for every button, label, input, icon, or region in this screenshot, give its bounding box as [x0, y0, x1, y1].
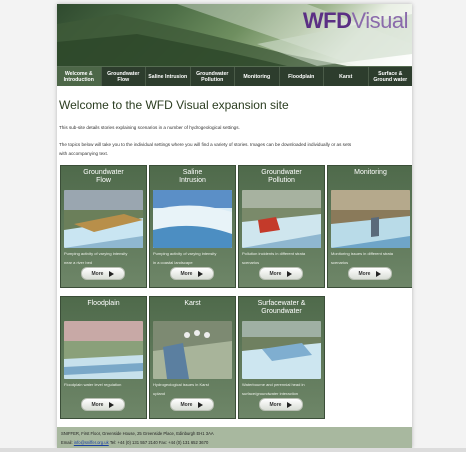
main-nav: Welcome & Introduction Groundwater Flow …	[57, 66, 412, 86]
card-description: Monitoring issues in different strata sce…	[331, 251, 393, 265]
play-arrow-icon	[198, 401, 204, 408]
more-button[interactable]: More	[81, 398, 125, 411]
card-description: Pumping activity of varying intensity nea…	[64, 251, 128, 265]
nav-item-groundwater-pollution[interactable]: Groundwater Pollution	[191, 67, 235, 86]
logo-wfd: WFD	[302, 8, 352, 33]
more-button[interactable]: More	[259, 398, 303, 411]
header-banner: WFDVisual	[57, 4, 412, 66]
card-title: Karst	[184, 300, 201, 307]
nav-item-karst[interactable]: Karst	[324, 67, 369, 86]
intro-text-2b: with accompanying text.	[59, 151, 109, 156]
intro-text-2a: The topics below will take you to the in…	[59, 142, 352, 147]
groundwater-pollution-image[interactable]	[242, 190, 321, 248]
more-button[interactable]: More	[81, 267, 125, 280]
card-monitoring[interactable]: Monitoring Monitoring issues in differen…	[327, 165, 412, 288]
wfd-visual-logo[interactable]: WFDVisual	[302, 8, 409, 34]
nav-item-groundwater-flow[interactable]: Groundwater Flow	[102, 67, 146, 86]
page-container: WFDVisual Welcome & Introduction Groundw…	[57, 4, 412, 448]
card-title: Saline Intrusion	[179, 169, 206, 184]
card-floodplain[interactable]: Floodplain Floodplain water level regula…	[60, 296, 147, 419]
card-description: Hydrogeological issues in Karst upland	[153, 382, 209, 396]
nav-item-welcome[interactable]: Welcome & Introduction	[57, 67, 102, 86]
saline-intrusion-image[interactable]	[153, 190, 232, 248]
more-button[interactable]: More	[170, 398, 214, 411]
more-button[interactable]: More	[259, 267, 303, 280]
play-arrow-icon	[109, 401, 115, 408]
nav-item-surface-ground-water[interactable]: Surface & Ground water	[369, 67, 413, 86]
card-title: Surfacewater & Groundwater	[257, 300, 306, 315]
card-title: Floodplain	[87, 300, 120, 307]
nav-item-floodplain[interactable]: Floodplain	[280, 67, 324, 86]
nav-item-saline-intrusion[interactable]: Saline Intrusion	[146, 67, 191, 86]
card-title: Groundwater Flow	[83, 169, 124, 184]
nav-item-monitoring[interactable]: Monitoring	[235, 67, 280, 86]
floodplain-image[interactable]	[64, 321, 143, 379]
more-button[interactable]: More	[348, 267, 392, 280]
footer-contact: Email: info@sniffer.org.uk Tel: +44 (0) …	[61, 440, 209, 445]
monitoring-image[interactable]	[331, 190, 410, 248]
intro-text-1: This sub-site details stories explaining…	[59, 125, 240, 130]
browser-bottom-bar	[0, 448, 466, 452]
card-title: Monitoring	[354, 169, 387, 176]
play-arrow-icon	[198, 270, 204, 277]
card-surfacewater-groundwater[interactable]: Surfacewater & Groundwater Waterbourne an…	[238, 296, 325, 419]
card-groundwater-pollution[interactable]: Groundwater Pollution Pollution incidents…	[238, 165, 325, 288]
footer-email-link[interactable]: info@sniffer.org.uk	[74, 440, 109, 445]
card-description: Waterbourne and perennial head in surface…	[242, 382, 305, 396]
card-description: Floodplain water level regulation	[64, 382, 122, 387]
card-description: Pollution incidents in different strata s…	[242, 251, 306, 265]
play-arrow-icon	[109, 270, 115, 277]
groundwater-flow-image[interactable]	[64, 190, 143, 248]
play-arrow-icon	[287, 270, 293, 277]
card-karst[interactable]: Karst Hydrogeological issues in Karst upl…	[149, 296, 236, 419]
page-title: Welcome to the WFD Visual expansion site	[59, 98, 289, 112]
page-footer: SNIFFER, First Floor, Greenside House, 2…	[57, 427, 412, 448]
logo-visual: Visual	[351, 8, 408, 33]
card-title: Groundwater Pollution	[261, 169, 302, 184]
footer-address: SNIFFER, First Floor, Greenside House, 2…	[61, 431, 214, 436]
play-arrow-icon	[287, 401, 293, 408]
play-arrow-icon	[376, 270, 382, 277]
surfacewater-groundwater-image[interactable]	[242, 321, 321, 379]
card-description: Pumping activity of varying intensity in …	[153, 251, 217, 265]
card-groundwater-flow[interactable]: Groundwater Flow Pumping activity of vary…	[60, 165, 147, 288]
karst-image[interactable]	[153, 321, 232, 379]
card-saline-intrusion[interactable]: Saline Intrusion Pumping activity of vary…	[149, 165, 236, 288]
more-button[interactable]: More	[170, 267, 214, 280]
